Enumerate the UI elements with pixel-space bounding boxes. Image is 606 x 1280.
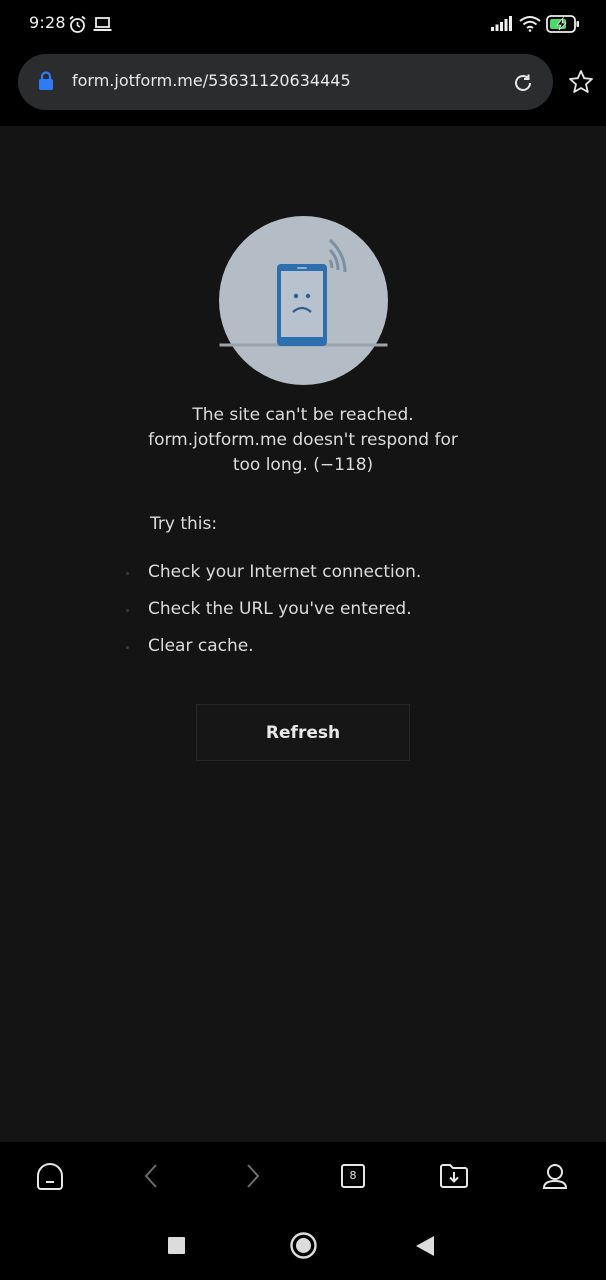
error-detail-line2: too long. (−118) — [232, 455, 374, 475]
status-time: 9:28 — [29, 13, 66, 32]
chevron-left-icon[interactable] — [136, 1160, 168, 1192]
profile-icon[interactable] — [539, 1160, 571, 1192]
tabs-button[interactable]: 8 — [341, 1164, 365, 1188]
recents-square-icon[interactable] — [168, 1237, 185, 1254]
home-circle-icon[interactable] — [290, 1232, 317, 1259]
error-detail-line1: form.jotform.me doesn't respond for — [148, 430, 458, 450]
bottom-toolbar: 8 — [0, 1142, 606, 1210]
reload-icon[interactable] — [512, 72, 534, 94]
wifi-icon — [519, 16, 541, 32]
phone-sad-face-icon — [219, 216, 388, 385]
refresh-button[interactable]: Refresh — [196, 704, 410, 761]
suggestion-item: Clear cache. — [126, 636, 254, 656]
back-triangle-icon[interactable] — [416, 1236, 434, 1256]
battery-charging-icon — [546, 15, 579, 33]
url-text[interactable]: form.jotform.me/53631120634445 — [72, 71, 351, 90]
status-bar: 9:28 — [0, 0, 606, 48]
suggestions-title: Try this: — [150, 514, 218, 534]
error-message: The site can't be reached. form.jotform.… — [100, 403, 506, 478]
download-folder-icon[interactable] — [438, 1160, 470, 1192]
star-icon[interactable] — [568, 69, 594, 95]
suggestion-item: Check the URL you've entered. — [126, 599, 412, 619]
lock-icon — [39, 71, 53, 90]
address-bar[interactable]: form.jotform.me/53631120634445 — [18, 54, 553, 110]
laptop-icon — [93, 17, 112, 31]
error-page: The site can't be reached. form.jotform.… — [0, 126, 606, 1142]
alarm-icon — [69, 15, 86, 33]
error-title: The site can't be reached. — [192, 405, 414, 425]
chevron-right-icon[interactable] — [236, 1160, 268, 1192]
tab-count: 8 — [349, 1169, 357, 1182]
suggestion-item: Check your Internet connection. — [125, 562, 422, 582]
home-icon[interactable] — [34, 1160, 66, 1192]
system-nav-bar — [0, 1210, 606, 1280]
signal-icon — [491, 16, 512, 31]
